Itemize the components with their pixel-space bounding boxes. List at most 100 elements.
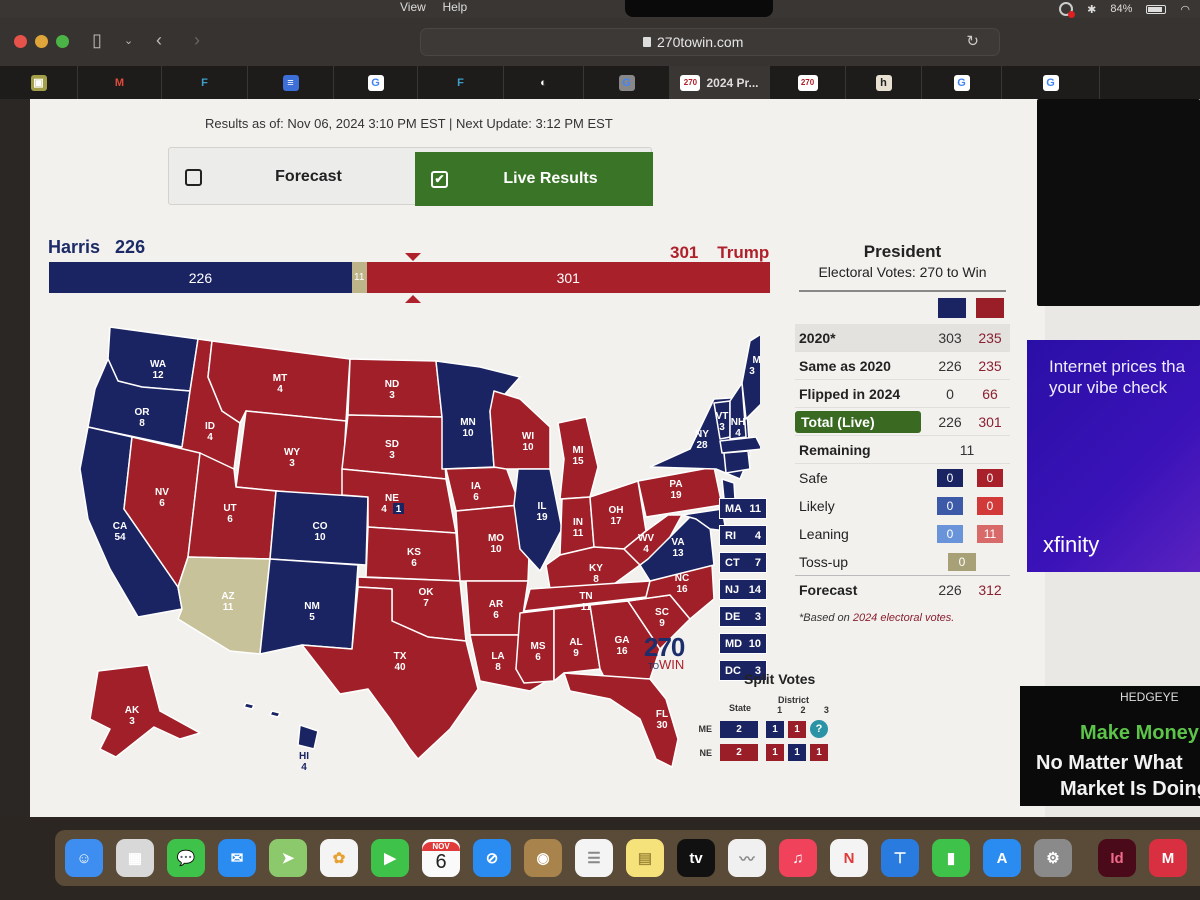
back-button[interactable]: ‹	[156, 30, 162, 51]
forward-button[interactable]: ›	[194, 30, 200, 51]
summary-harris-value: 226	[938, 357, 962, 374]
split-district-value[interactable]: 1	[810, 744, 828, 761]
mail-icon[interactable]: ✉	[218, 839, 256, 877]
rating-trump-chip[interactable]: 11	[977, 525, 1003, 543]
state-label-ok: OK	[419, 587, 435, 598]
screen-record-icon[interactable]	[1059, 2, 1076, 18]
undecided-district-icon[interactable]: ?	[810, 720, 828, 738]
apple-tv-icon[interactable]: tv	[677, 839, 715, 877]
state-ev-wv: 4	[643, 544, 649, 555]
browser-tab[interactable]: ▣	[0, 66, 78, 99]
contacts-icon[interactable]: ◉	[524, 839, 562, 877]
state-ev-ar: 6	[493, 610, 499, 621]
state-wi[interactable]	[489, 390, 551, 470]
wifi-icon[interactable]: ◠	[1180, 3, 1190, 16]
state-ev-in: 11	[573, 528, 584, 539]
us-electoral-map: WA12OR8CA54ID4MT4WY3NV6 UT6AZ11CO10NM5ND3…	[79, 326, 760, 773]
state-ct[interactable]	[723, 450, 751, 474]
rating-harris-chip[interactable]: 0	[937, 497, 963, 515]
menu-items[interactable]: View Help	[400, 0, 467, 14]
freeform-icon[interactable]: 〰	[728, 839, 766, 877]
launchpad-icon[interactable]: ▦	[116, 839, 154, 877]
state-ia[interactable]	[445, 466, 521, 512]
state-ev-ms: 6	[535, 652, 541, 663]
finder-icon[interactable]: ☺	[65, 839, 103, 877]
app-store-icon[interactable]: A	[983, 839, 1021, 877]
checkbox-checked-icon[interactable]: ✔	[431, 170, 448, 188]
summary-trump-value: 235	[978, 329, 1002, 346]
numbers-icon[interactable]: ▮	[932, 839, 970, 877]
split-state-value[interactable]: 2	[720, 720, 758, 738]
browser-tab[interactable]: ◐	[504, 66, 584, 99]
browser-tab[interactable]: 270	[770, 66, 846, 99]
forecast-toggle-button[interactable]: Forecast	[169, 148, 415, 206]
small-state-de[interactable]: DE 3	[719, 606, 767, 627]
maps-icon[interactable]: ➤	[269, 839, 307, 877]
battery-icon[interactable]	[1146, 4, 1167, 14]
browser-tab[interactable]: G	[584, 66, 670, 99]
photos-icon[interactable]: ✿	[320, 839, 358, 877]
sidebar-toggle-icon[interactable]: ▯	[92, 30, 102, 51]
window-controls	[14, 35, 69, 48]
browser-tab[interactable]: F	[418, 66, 504, 99]
state-ev-ut: 6	[227, 514, 233, 525]
address-bar[interactable]: 270towin.com ↻	[420, 28, 1000, 56]
close-window-button[interactable]	[14, 35, 27, 48]
notes-icon[interactable]: ▤	[626, 839, 664, 877]
checkbox-unchecked-icon[interactable]	[185, 168, 202, 186]
small-state-ma[interactable]: MA 11	[719, 498, 767, 519]
panel-divider	[799, 290, 1006, 292]
music-icon[interactable]: ♫	[779, 839, 817, 877]
system-settings-icon[interactable]: ⚙	[1034, 839, 1072, 877]
chevron-down-icon[interactable]: ⌄	[124, 34, 133, 47]
gmail-favicon-icon: M	[114, 76, 125, 89]
safari-icon[interactable]: ⊘	[473, 839, 511, 877]
reload-icon[interactable]: ↻	[966, 32, 979, 50]
split-district-value[interactable]: 1	[766, 720, 784, 738]
rating-harris-chip[interactable]: 0	[937, 469, 963, 487]
browser-tab[interactable]: 270 2024 Pr...	[670, 66, 770, 99]
browser-tab[interactable]: G	[1002, 66, 1100, 99]
state-ak[interactable]	[89, 664, 201, 758]
browser-tab[interactable]: M	[78, 66, 162, 99]
state-hi[interactable]	[243, 702, 319, 750]
bluetooth-icon[interactable]: ✱	[1087, 3, 1096, 16]
news-icon[interactable]: N	[830, 839, 868, 877]
state-ev-ga: 16	[616, 646, 628, 657]
browser-tab[interactable]: G	[334, 66, 418, 99]
messages-icon[interactable]: 💬	[167, 839, 205, 877]
browser-tab[interactable]: h	[846, 66, 922, 99]
dark-ad-placeholder[interactable]	[1037, 99, 1200, 306]
browser-toolbar: ▯ ⌄ ‹ › 270towin.com ↻	[0, 18, 1200, 66]
small-state-ri[interactable]: RI 4	[719, 525, 767, 546]
small-state-nj[interactable]: NJ 14	[719, 579, 767, 600]
rating-harris-chip[interactable]: 0	[937, 525, 963, 543]
zoom-window-button[interactable]	[56, 35, 69, 48]
browser-tab[interactable]: ≡	[248, 66, 334, 99]
live-results-toggle-button[interactable]: ✔ Live Results	[415, 152, 653, 206]
split-district-value[interactable]: 1	[788, 720, 806, 738]
rating-trump-chip[interactable]: 0	[977, 469, 1003, 487]
m-app-icon[interactable]: M	[1149, 839, 1187, 877]
state-ev-ak: 3	[129, 716, 135, 727]
president-summary-panel: President Electoral Votes: 270 to Win 20…	[795, 242, 1010, 624]
state-label-va: VA	[671, 537, 684, 548]
xfinity-ad[interactable]: Internet prices tha your vibe check xfin…	[1027, 340, 1200, 572]
minimize-window-button[interactable]	[35, 35, 48, 48]
state-ev-wi: 10	[522, 442, 534, 453]
browser-tab[interactable]: G	[922, 66, 1002, 99]
browser-tab[interactable]: F	[162, 66, 248, 99]
split-district-value[interactable]: 1	[788, 744, 806, 761]
summary-row-label[interactable]: Total (Live)	[795, 410, 921, 433]
split-district-value[interactable]: 1	[766, 744, 784, 761]
calendar-icon[interactable]: NOV 6	[422, 839, 460, 877]
reminders-icon[interactable]: ☰	[575, 839, 613, 877]
facetime-icon[interactable]: ▶	[371, 839, 409, 877]
small-state-md[interactable]: MD 10	[719, 633, 767, 654]
keynote-icon[interactable]: ⊤	[881, 839, 919, 877]
split-state-value[interactable]: 2	[720, 744, 758, 761]
hedgeye-ad[interactable]: HEDGEYE Make Money No Matter What Market…	[1020, 686, 1200, 806]
rating-trump-chip[interactable]: 0	[977, 497, 1003, 515]
small-state-ct[interactable]: CT 7	[719, 552, 767, 573]
indesign-icon[interactable]: Id	[1098, 839, 1136, 877]
